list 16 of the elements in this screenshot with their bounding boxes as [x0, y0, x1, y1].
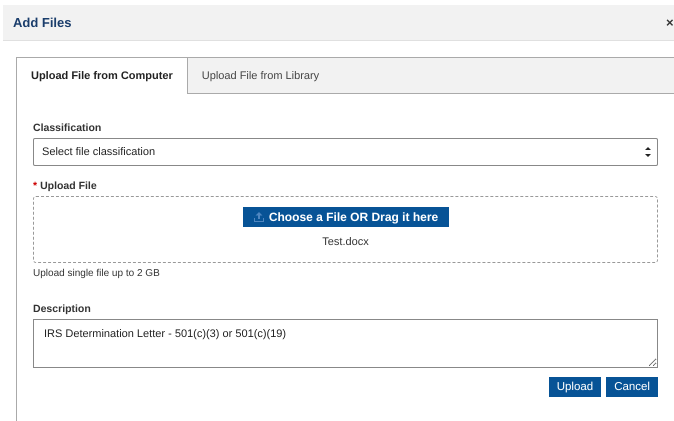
- cancel-button[interactable]: Cancel: [606, 377, 658, 397]
- description-field[interactable]: IRS Determination Letter - 501(c)(3) or 501(c)(19): [33, 319, 658, 368]
- field-label: * Upload File: [33, 180, 98, 192]
- upload-button[interactable]: Upload: [548, 377, 602, 397]
- classification-select[interactable]: Select file classification: [33, 138, 658, 166]
- drop-zone[interactable]: Choose a File OR Drag it here Test.docx: [33, 196, 658, 263]
- field-label: Classification: [33, 122, 102, 134]
- file-name: Test.docx: [322, 236, 369, 248]
- upload-icon: [252, 211, 265, 223]
- dialog-title: Add Files: [13, 15, 72, 30]
- upload-hint: Upload single file up to 2 GB: [33, 268, 161, 279]
- choose-file-button[interactable]: Choose a File OR Drag it here: [242, 207, 448, 227]
- spinner-arrows-icon: [645, 147, 651, 157]
- close-button[interactable]: ×: [666, 15, 674, 30]
- tab[interactable]: Upload File from Library: [186, 58, 674, 94]
- field-label: Description: [33, 303, 92, 315]
